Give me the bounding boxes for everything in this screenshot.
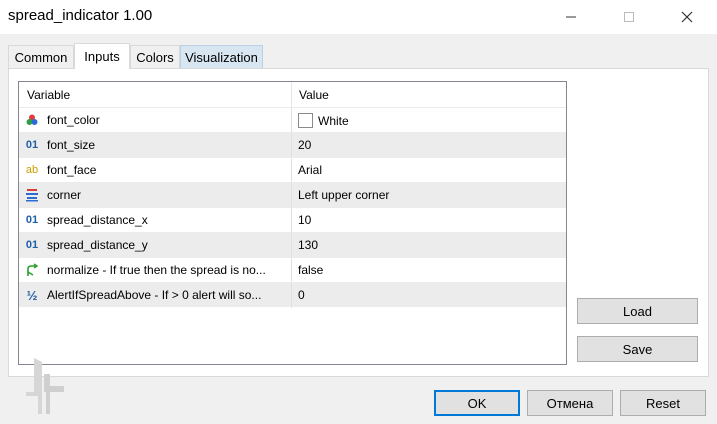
enum-icon bbox=[24, 187, 40, 203]
variable-value[interactable]: 130 bbox=[298, 238, 318, 252]
cancel-button[interactable]: Отмена bbox=[527, 390, 613, 416]
table-row[interactable]: corner Left upper corner bbox=[19, 182, 566, 208]
variable-value[interactable]: White bbox=[298, 113, 349, 128]
close-button[interactable] bbox=[664, 0, 710, 34]
tab-inputs[interactable]: Inputs bbox=[74, 43, 130, 69]
variable-name: normalize - If true then the spread is n… bbox=[47, 263, 266, 277]
variable-value[interactable]: Left upper corner bbox=[298, 188, 389, 202]
variable-value[interactable]: 20 bbox=[298, 138, 311, 152]
minimize-button[interactable] bbox=[548, 0, 594, 34]
color-swatch[interactable] bbox=[298, 113, 313, 128]
table-row[interactable]: ½ AlertIfSpreadAbove - If > 0 alert will… bbox=[19, 282, 566, 308]
table-row[interactable]: 01 spread_distance_x 10 bbox=[19, 207, 566, 233]
ok-button[interactable]: OK bbox=[434, 390, 520, 416]
table-row[interactable]: font_color White bbox=[19, 107, 566, 133]
variable-value[interactable]: Arial bbox=[298, 163, 322, 177]
tab-common[interactable]: Common bbox=[8, 45, 74, 68]
fraction-icon: ½ bbox=[26, 287, 38, 303]
variable-value[interactable]: 10 bbox=[298, 213, 311, 227]
reset-button[interactable]: Reset bbox=[620, 390, 706, 416]
tab-colors[interactable]: Colors bbox=[130, 45, 180, 68]
integer-icon: 01 bbox=[25, 139, 39, 151]
header-variable[interactable]: Variable bbox=[27, 88, 70, 102]
string-icon: ab bbox=[25, 164, 39, 176]
variable-name: font_size bbox=[47, 138, 96, 152]
integer-icon: 01 bbox=[25, 214, 39, 226]
color-value: White bbox=[318, 114, 349, 128]
save-button[interactable]: Save bbox=[577, 336, 698, 362]
column-divider bbox=[291, 233, 292, 258]
table-header: Variable Value bbox=[19, 82, 566, 107]
maximize-button[interactable] bbox=[606, 0, 652, 34]
header-value[interactable]: Value bbox=[299, 88, 329, 102]
variable-name: font_color bbox=[47, 113, 100, 127]
variable-value[interactable]: false bbox=[298, 263, 323, 277]
variable-name: font_face bbox=[47, 163, 97, 177]
column-divider bbox=[291, 108, 292, 133]
table-row[interactable]: 01 font_size 20 bbox=[19, 132, 566, 158]
inputs-table: Variable Value font_color White 01 font_… bbox=[18, 81, 567, 365]
tab-visualization[interactable]: Visualization bbox=[180, 45, 263, 68]
load-button[interactable]: Load bbox=[577, 298, 698, 324]
window-title: spread_indicator 1.00 bbox=[8, 7, 153, 24]
boolean-icon bbox=[24, 262, 40, 278]
column-divider bbox=[291, 183, 292, 208]
variable-name: spread_distance_y bbox=[47, 238, 148, 252]
color-palette-icon bbox=[24, 112, 40, 128]
close-icon bbox=[681, 11, 693, 23]
column-divider bbox=[291, 158, 292, 183]
variable-value[interactable]: 0 bbox=[298, 288, 305, 302]
column-divider bbox=[291, 208, 292, 233]
variable-name: spread_distance_x bbox=[47, 213, 148, 227]
table-row[interactable]: normalize - If true then the spread is n… bbox=[19, 257, 566, 283]
variable-name: corner bbox=[47, 188, 82, 202]
watermark-logo bbox=[26, 358, 64, 414]
minimize-icon bbox=[566, 16, 576, 18]
column-divider bbox=[291, 133, 292, 158]
table-row[interactable]: 01 spread_distance_y 130 bbox=[19, 232, 566, 258]
title-bar: spread_indicator 1.00 bbox=[0, 0, 717, 34]
integer-icon: 01 bbox=[25, 239, 39, 251]
column-divider bbox=[291, 283, 292, 308]
maximize-icon bbox=[624, 12, 634, 22]
variable-name: AlertIfSpreadAbove - If > 0 alert will s… bbox=[47, 288, 262, 302]
header-divider[interactable] bbox=[291, 82, 292, 107]
column-divider bbox=[291, 258, 292, 283]
table-row[interactable]: ab font_face Arial bbox=[19, 157, 566, 183]
